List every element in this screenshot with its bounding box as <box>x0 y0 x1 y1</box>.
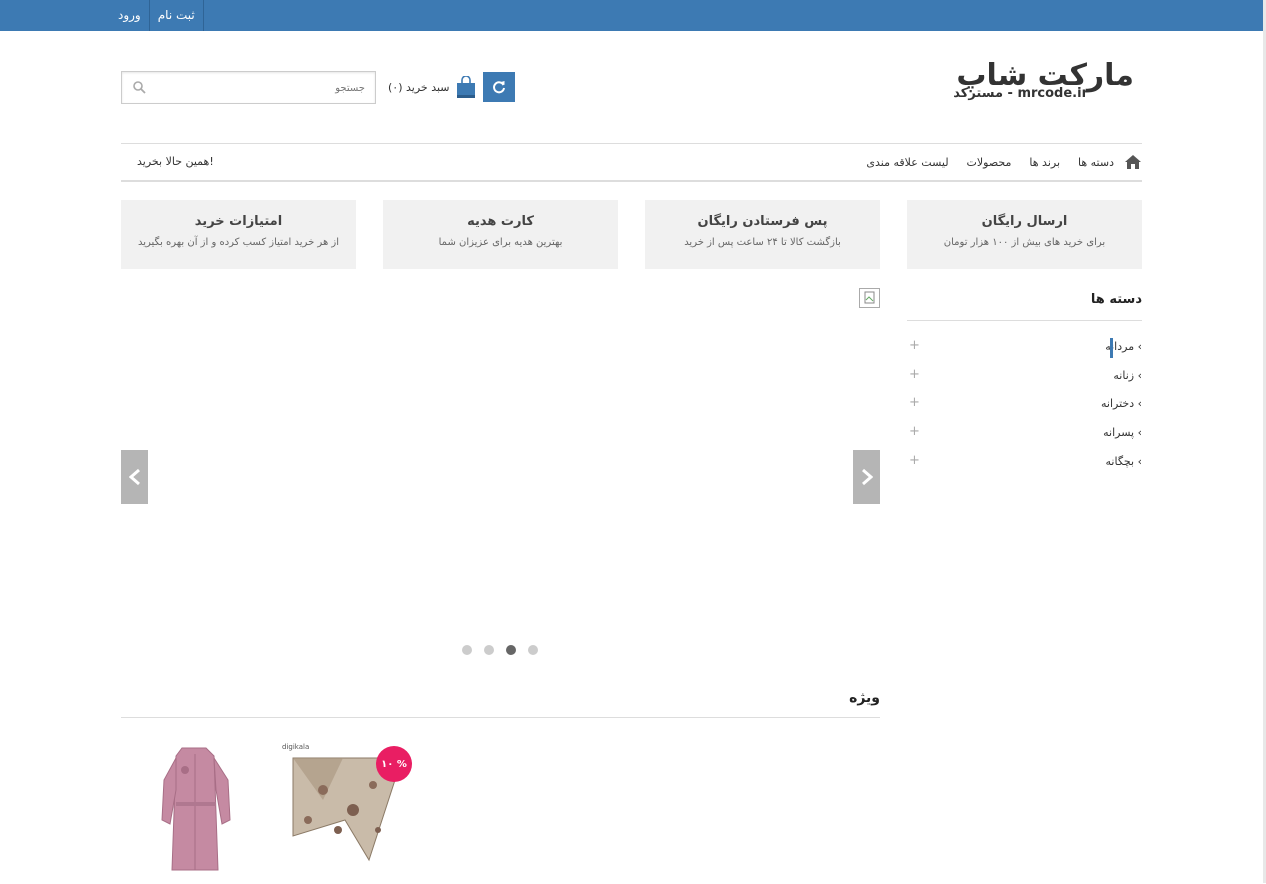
nav-item-wishlist[interactable]: لیست علاقه مندی <box>866 156 948 169</box>
nav-item-brands[interactable]: برند ها <box>1029 156 1060 169</box>
special-section-title: ویژه <box>849 690 880 706</box>
divider <box>121 717 880 718</box>
nav-item-products[interactable]: محصولات <box>967 156 1012 169</box>
category-label: › پسرانه <box>1103 426 1142 439</box>
slider-dots <box>462 645 538 655</box>
discount-badge: ۱۰ % <box>376 746 412 782</box>
sidebar-title: دسته ها <box>1090 292 1142 307</box>
category-item-women[interactable]: › زنانه + <box>907 367 1142 387</box>
expand-plus-icon[interactable]: + <box>909 424 920 439</box>
broken-image-icon <box>859 288 880 308</box>
product-card-coat[interactable] <box>152 740 282 883</box>
slider-next-button[interactable] <box>853 450 880 504</box>
shopping-bag-icon <box>456 76 475 98</box>
slider-dot[interactable] <box>528 645 538 655</box>
feature-free-return: پس فرستادن رایگان بازگشت کالا تا ۲۴ ساعت… <box>645 200 880 269</box>
category-item-girls[interactable]: › دخترانه + <box>907 395 1142 415</box>
account-links: ورود ثبت نام <box>110 0 204 31</box>
expand-plus-icon[interactable]: + <box>909 338 920 353</box>
feature-desc: بهترین هدیه برای عزیزان شما <box>438 237 563 248</box>
image-slider <box>121 287 880 667</box>
nav-item-categories[interactable]: دسته ها <box>1078 156 1114 169</box>
category-item-boys[interactable]: › پسرانه + <box>907 424 1142 444</box>
text-cursor <box>1110 338 1113 358</box>
feature-title: کارت هدیه <box>467 214 534 229</box>
cart-button[interactable]: سبد خرید (۰) <box>388 72 476 102</box>
expand-plus-icon[interactable]: + <box>909 395 920 410</box>
feature-desc: بازگشت کالا تا ۲۴ ساعت پس از خرید <box>684 237 841 248</box>
feature-free-shipping: ارسال رایگان برای خرید های بیش از ۱۰۰ هز… <box>907 200 1142 269</box>
feature-desc: از هر خرید امتیاز کسب کرده و از آن بهره … <box>137 237 339 248</box>
chevron-left-icon <box>128 468 140 486</box>
brand-tag: digikala <box>282 743 310 751</box>
slider-prev-button[interactable] <box>121 450 148 504</box>
divider <box>907 320 1142 321</box>
main-nav: دسته ها برند ها محصولات لیست علاقه مندی … <box>121 143 1142 182</box>
search-icon[interactable] <box>132 80 146 94</box>
search-input[interactable] <box>167 79 367 97</box>
refresh-icon <box>493 81 505 94</box>
expand-plus-icon[interactable]: + <box>909 453 920 468</box>
home-icon[interactable] <box>1124 154 1142 170</box>
category-item-kids[interactable]: › بچگانه + <box>907 453 1142 473</box>
category-label: › بچگانه <box>1105 455 1142 468</box>
category-label: › دخترانه <box>1100 397 1142 410</box>
expand-plus-icon[interactable]: + <box>909 367 920 382</box>
divider <box>202 0 204 31</box>
feature-title: ارسال رایگان <box>981 214 1068 229</box>
buy-now-link[interactable]: همین حالا بخرید! <box>137 155 214 168</box>
slider-dot-active[interactable] <box>506 645 516 655</box>
login-link[interactable]: ورود <box>110 0 149 31</box>
coat-product-image <box>161 747 231 871</box>
nav-items: دسته ها برند ها محصولات لیست علاقه مندی <box>848 144 1142 180</box>
feature-title: امتیازات خرید <box>194 214 283 229</box>
site-logo[interactable]: مارکت شاپ مسترکد - mrcode.ir <box>950 58 1140 108</box>
refresh-button[interactable] <box>483 72 515 102</box>
top-bar: ورود ثبت نام <box>0 0 1263 31</box>
cart-label: سبد خرید (۰) <box>388 80 450 94</box>
search-box[interactable] <box>121 71 376 104</box>
register-link[interactable]: ثبت نام <box>150 0 203 31</box>
category-item-men[interactable]: › مردانه + <box>907 338 1142 358</box>
feature-reward-points: امتیازات خرید از هر خرید امتیاز کسب کرده… <box>121 200 356 269</box>
feature-gift-card: کارت هدیه بهترین هدیه برای عزیزان شما <box>383 200 618 269</box>
slider-dot[interactable] <box>484 645 494 655</box>
feature-desc: برای خرید های بیش از ۱۰۰ هزار تومان <box>943 237 1106 248</box>
logo-subtext: مسترکد - mrcode.ir <box>953 86 1088 101</box>
category-label: › زنانه <box>1113 369 1142 382</box>
chevron-right-icon <box>861 468 873 486</box>
slider-dot[interactable] <box>462 645 472 655</box>
feature-title: پس فرستادن رایگان <box>697 214 828 229</box>
